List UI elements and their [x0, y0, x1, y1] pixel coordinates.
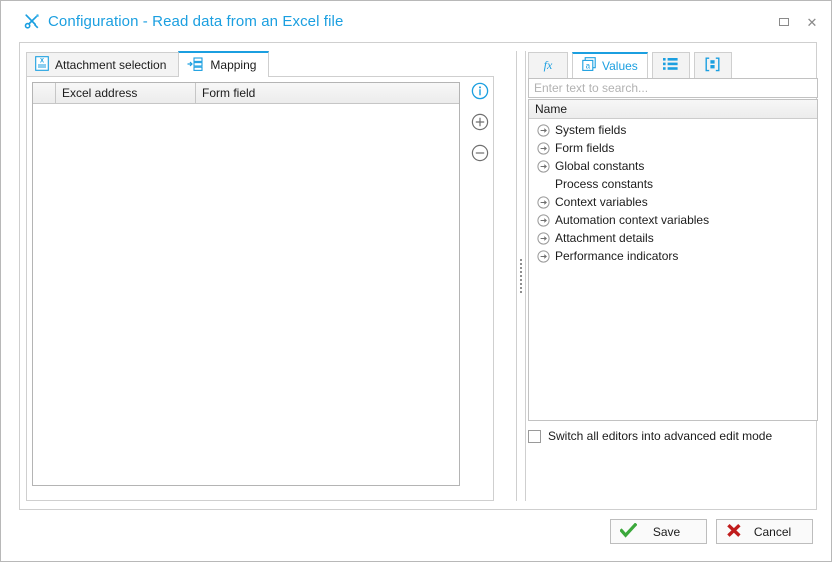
bracket-box-icon [705, 57, 720, 75]
tree-item-list: System fields Form fields Global constan… [529, 119, 817, 265]
grid-column-indicator[interactable] [33, 83, 56, 103]
green-check-icon [619, 522, 638, 541]
mapping-arrow-list-icon [187, 56, 204, 74]
fx-function-icon: fx [538, 57, 558, 75]
tab-label: Attachment selection [55, 58, 167, 72]
right-tabstrip: fx a Values [528, 51, 732, 78]
expand-arrow-icon[interactable] [537, 195, 550, 209]
maximize-button[interactable] [775, 14, 793, 30]
splitter-grip[interactable] [520, 259, 522, 293]
minus-circle-icon[interactable] [471, 144, 489, 165]
title-group: Configuration - Read data from an Excel … [23, 12, 343, 30]
tab-label: Mapping [210, 58, 257, 72]
panel-splitter[interactable] [514, 51, 528, 501]
tree-item-label: Process constants [555, 177, 654, 191]
title-bar: Configuration - Read data from an Excel … [1, 1, 831, 39]
splitter-line-right [525, 51, 526, 501]
tree-item-automation-context-variables[interactable]: Automation context variables [529, 211, 817, 229]
content-frame: X Attachment selection Mapping Excel add… [19, 42, 818, 510]
maximize-icon [779, 18, 789, 26]
tree-item-label: System fields [555, 123, 627, 137]
search-input[interactable] [528, 78, 818, 98]
plus-circle-icon[interactable] [471, 113, 489, 134]
grid-action-buttons [467, 82, 493, 165]
tree-item-label: Form fields [555, 141, 615, 155]
tools-icon [23, 12, 41, 30]
grid-column-form-field[interactable]: Form field [196, 83, 459, 103]
grid-header-row: Excel address Form field [33, 83, 459, 104]
tree-item-attachment-details[interactable]: Attachment details [529, 229, 817, 247]
tree-item-form-fields[interactable]: Form fields [529, 139, 817, 157]
expand-arrow-icon[interactable] [537, 159, 550, 173]
tree-item-global-constants[interactable]: Global constants [529, 157, 817, 175]
expand-arrow-icon[interactable] [537, 231, 550, 245]
mapping-grid[interactable]: Excel address Form field [32, 82, 460, 486]
advanced-edit-mode-checkbox[interactable] [528, 429, 541, 443]
red-cross-icon [726, 523, 742, 541]
tree-item-label: Automation context variables [555, 213, 710, 227]
tree-item-process-constants[interactable]: Process constants [529, 175, 817, 193]
tree-item-performance-indicators[interactable]: Performance indicators [529, 247, 817, 265]
tab-mapping[interactable]: Mapping [178, 51, 270, 77]
tree-item-label: Performance indicators [555, 249, 679, 263]
svg-text:X: X [40, 59, 44, 65]
dialog-footer: Save Cancel [610, 519, 813, 544]
values-tree[interactable]: Name System fields Form fields Global co… [528, 99, 818, 421]
values-a-icon: a [582, 57, 597, 75]
advanced-edit-mode-row[interactable]: Switch all editors into advanced edit mo… [528, 429, 772, 443]
excel-document-icon: X [35, 56, 49, 74]
tree-item-label: Context variables [555, 195, 648, 209]
bullet-list-icon [662, 57, 679, 74]
window-title: Configuration - Read data from an Excel … [48, 12, 344, 30]
svg-text:a: a [586, 61, 591, 70]
info-icon[interactable] [471, 82, 489, 103]
tree-item-system-fields[interactable]: System fields [529, 121, 817, 139]
grid-body-empty[interactable] [33, 104, 459, 485]
close-icon: ✕ [806, 14, 818, 30]
close-button[interactable]: ✕ [803, 14, 821, 30]
mapping-tab-body: Excel address Form field [26, 76, 494, 501]
expand-arrow-icon[interactable] [537, 123, 550, 137]
expand-arrow-icon[interactable] [537, 141, 550, 155]
tab-label: Values [602, 59, 638, 73]
tree-item-context-variables[interactable]: Context variables [529, 193, 817, 211]
tree-column-name[interactable]: Name [529, 100, 817, 119]
svg-text:fx: fx [544, 58, 553, 72]
cancel-button[interactable]: Cancel [716, 519, 813, 544]
tab-values[interactable]: a Values [572, 52, 648, 78]
tab-attachment-selection[interactable]: X Attachment selection [26, 52, 180, 77]
grid-column-excel-address[interactable]: Excel address [56, 83, 196, 103]
configuration-dialog: Configuration - Read data from an Excel … [0, 0, 832, 562]
right-panel: fx a Values Enter text to search... Name… [528, 51, 830, 503]
left-panel: X Attachment selection Mapping Excel add… [26, 51, 494, 501]
save-button[interactable]: Save [610, 519, 707, 544]
window-controls: ✕ [775, 14, 821, 30]
tab-functions[interactable]: fx [528, 52, 568, 78]
tab-bracket-box[interactable] [693, 52, 732, 78]
splitter-line-left [516, 51, 517, 501]
tree-item-label: Global constants [555, 159, 645, 173]
tab-list[interactable] [651, 52, 690, 78]
tree-item-label: Attachment details [555, 231, 654, 245]
left-tabstrip: X Attachment selection Mapping [26, 51, 270, 77]
expand-arrow-icon[interactable] [537, 249, 550, 263]
advanced-edit-mode-label: Switch all editors into advanced edit mo… [548, 429, 773, 443]
expand-arrow-icon[interactable] [537, 213, 550, 227]
